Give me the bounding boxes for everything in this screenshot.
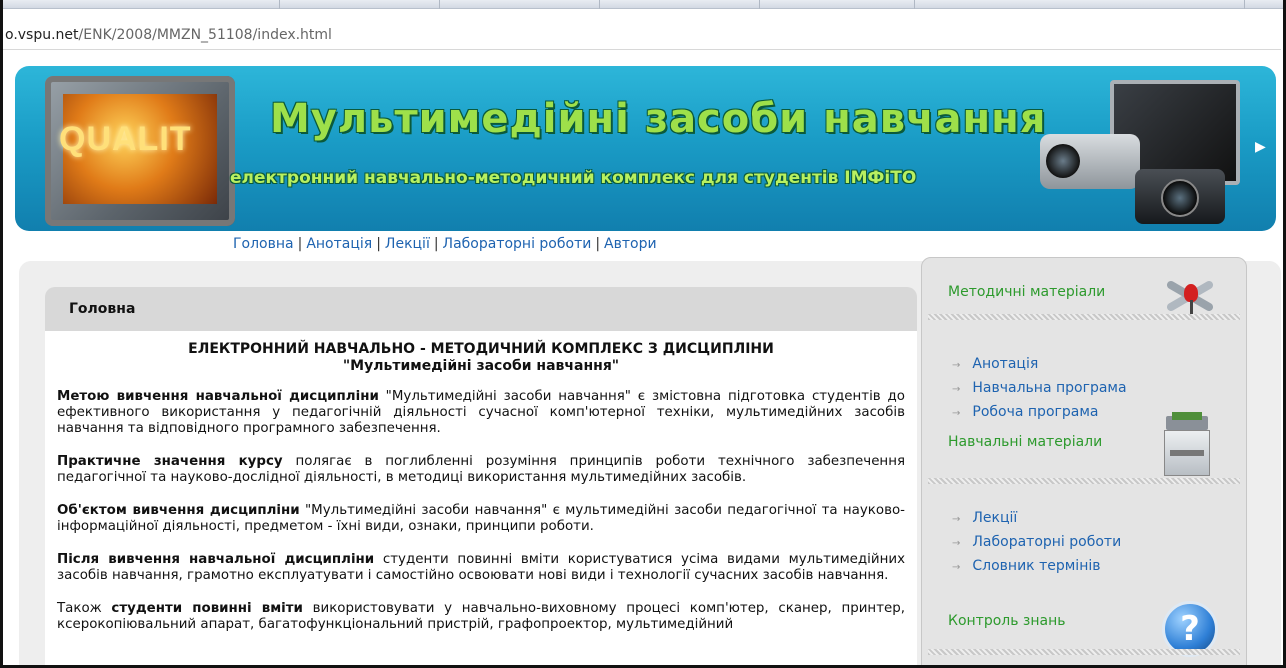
browser-tab[interactable] [440,0,600,9]
play-arrow-icon[interactable]: ▶ [1255,139,1266,155]
paragraph: Метою вивчення навчальної дисципліни "Му… [57,389,905,436]
browser-tab[interactable] [600,0,760,9]
nav-link-home[interactable]: Головна [233,236,294,252]
web-page: QUALIT Мультимедійні засоби навчання еле… [3,51,1281,668]
sidebar-section-control: Контроль знань ? [922,593,1246,663]
main-body: ЕЛЕКТРОННИЙ НАВЧАЛЬНО - МЕТОДИЧНИЙ КОМПЛ… [45,331,917,668]
main-header: Головна [45,287,917,331]
sidebar-item-program[interactable]: → Навчальна програма [952,377,1127,401]
browser-tabstrip[interactable] [0,0,1286,9]
sidebar-heading: Контроль знань [948,613,1066,629]
browser-tab[interactable] [1005,0,1245,9]
divider [928,478,1240,484]
paragraph: Практичне значення курсу полягає в погли… [57,454,905,485]
divider [928,314,1240,320]
copier-icon [1162,412,1214,478]
site-banner: QUALIT Мультимедійні засоби навчання еле… [15,66,1276,231]
nav-link-annotation[interactable]: Анотація [306,236,372,252]
site-subtitle: електронний навчально-методичний комплек… [230,168,917,188]
tv-logo-text: QUALIT [59,120,192,158]
divider [928,649,1240,655]
devices-image [1040,74,1250,226]
sidebar-item-glossary[interactable]: → Словник термінів [952,555,1121,579]
paragraph: Після вивчення навчальної дисципліни сту… [57,552,905,583]
nav-link-lectures[interactable]: Лекції [385,236,430,252]
browser-tab[interactable] [120,0,280,9]
sidebar-list: → Лекції → Лабораторні роботи → Словник тер… [952,507,1121,579]
url-path: /ENK/2008/MMZN_51108/index.html [78,27,332,43]
sidebar-heading: Навчальні матеріали [948,434,1103,450]
browser-tab[interactable] [760,0,915,9]
tv-image: QUALIT [45,76,235,226]
sidebar-section-study: Навчальні матеріали [922,412,1246,484]
sidebar-list: → Анотація → Навчальна програма → Робоча пр… [952,353,1127,425]
sidebar-heading: Методичні матеріали [948,284,1106,300]
site-title: Мультимедійні засоби навчання [270,96,1047,142]
sidebar: Методичні матеріали → Анотація → Навчальна… [921,257,1247,668]
sidebar-item-labs[interactable]: → Лабораторні роботи [952,531,1121,555]
page-heading: ЕЛЕКТРОННИЙ НАВЧАЛЬНО - МЕТОДИЧНИЙ КОМПЛ… [188,341,774,374]
paragraph: Також студенти повинні вміти використову… [57,601,905,632]
nav-link-labs[interactable]: Лабораторні роботи [443,236,592,252]
paragraph: Об'єктом вивчення дисципліни "Мультимеді… [57,503,905,534]
nav-link-authors[interactable]: Автори [604,236,657,252]
sidebar-item-lectures[interactable]: → Лекції [952,507,1121,531]
url-host: o.vspu.net [5,27,79,43]
sidebar-item-annotation[interactable]: → Анотація [952,353,1127,377]
top-navigation: Головна | Анотація | Лекції | Лабораторні робо… [233,236,657,252]
sidebar-section-methodical: Методичні матеріали [922,262,1246,322]
main-content: Головна ЕЛЕКТРОННИЙ НАВЧАЛЬНО - МЕТОДИЧН… [45,287,917,668]
address-bar[interactable]: o.vspu.net/ENK/2008/MMZN_51108/index.htm… [3,20,1281,50]
browser-tab[interactable] [280,0,440,9]
